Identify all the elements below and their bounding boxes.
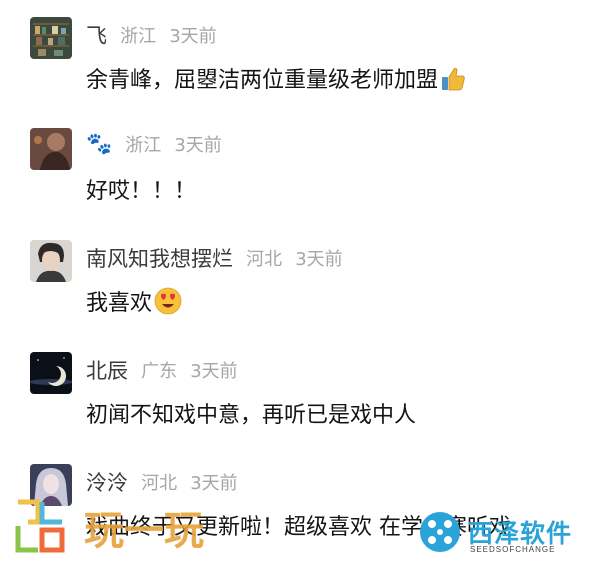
comment-meta: 北辰 广东 3天前	[86, 355, 238, 385]
watermark-logo-left: 玩一玩	[14, 496, 244, 556]
watermark-left-text: 玩一玩	[84, 508, 204, 554]
comment-body: 初闻不知戏中意，再听已是戏中人	[86, 403, 417, 428]
comment-item: 飞 浙江 3天前 余青峰，屈曌洁两位重量级老师加盟	[0, 17, 600, 127]
location: 河北	[141, 473, 178, 494]
comment-meta: 🐾 浙江 3天前	[86, 131, 222, 161]
location: 河北	[246, 249, 283, 270]
thumbs-up-icon	[440, 66, 466, 98]
heart-eyes-icon	[154, 287, 182, 321]
timestamp: 3天前	[295, 249, 343, 270]
comment-item: 🐾 浙江 3天前 好哎！！！	[0, 128, 600, 238]
comment-body: 余青峰，屈曌洁两位重量级老师加盟	[86, 68, 439, 93]
avatar[interactable]	[30, 128, 72, 170]
avatar[interactable]	[30, 17, 72, 59]
location: 浙江	[120, 26, 157, 47]
comment-text: 余青峰，屈曌洁两位重量级老师加盟	[86, 62, 466, 98]
comment-text: 初闻不知戏中意，再听已是戏中人	[86, 397, 416, 429]
comment-item: 北辰 广东 3天前 初闻不知戏中意，再听已是戏中人	[0, 352, 600, 462]
user-name[interactable]: 🐾	[86, 132, 112, 156]
comment-item: 南风知我想摆烂 河北 3天前 我喜欢	[0, 240, 600, 350]
avatar[interactable]	[30, 352, 72, 394]
location: 广东	[141, 361, 178, 382]
seedsofchange-icon	[420, 512, 460, 552]
comment-body: 我喜欢	[86, 291, 153, 316]
comment-text: 好哎！！！	[86, 173, 196, 205]
comment-meta: 泠泠 河北 3天前	[86, 467, 238, 497]
timestamp: 3天前	[190, 361, 238, 382]
user-name[interactable]: 飞	[86, 24, 107, 48]
timestamp: 3天前	[174, 135, 222, 156]
comment-body: 好哎！！！	[86, 179, 197, 204]
timestamp: 3天前	[190, 473, 238, 494]
location: 浙江	[125, 135, 162, 156]
timestamp: 3天前	[169, 26, 217, 47]
watermark-logo-right: 西泽软件 SEEDSOFCHANGE	[418, 508, 588, 556]
user-name[interactable]: 南风知我想摆烂	[86, 247, 233, 271]
comment-meta: 飞 浙江 3天前	[86, 20, 217, 50]
comment-meta: 南风知我想摆烂 河北 3天前	[86, 243, 343, 273]
watermark-right-subtitle: SEEDSOFCHANGE	[470, 545, 556, 554]
avatar[interactable]	[30, 240, 72, 282]
user-name[interactable]: 北辰	[86, 359, 128, 383]
user-name[interactable]: 泠泠	[86, 471, 128, 495]
comment-text: 我喜欢	[86, 285, 182, 321]
